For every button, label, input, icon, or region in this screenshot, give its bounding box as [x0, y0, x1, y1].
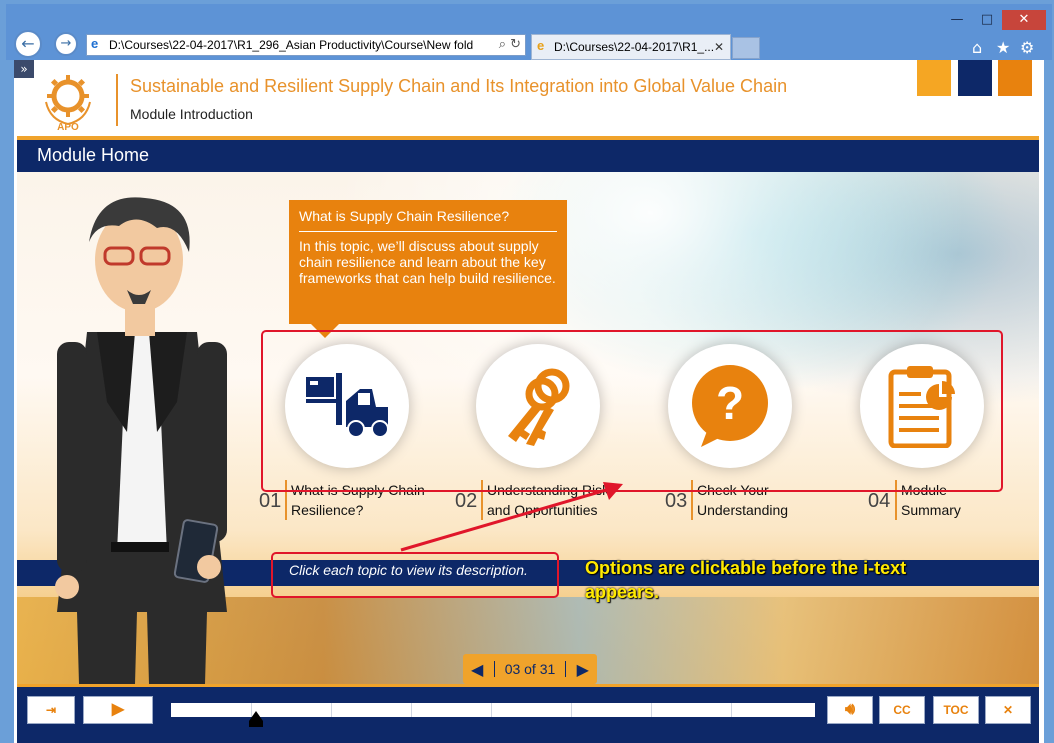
- slide-counter: 03 of 31: [493, 661, 567, 677]
- close-icon[interactable]: ✕: [1002, 10, 1046, 30]
- home-icon[interactable]: ⌂: [972, 38, 982, 57]
- module-label: Module Introduction: [130, 106, 253, 122]
- logo-text: APO: [57, 122, 79, 132]
- audio-button[interactable]: 🔊︎: [827, 696, 873, 724]
- popup-title: What is Supply Chain Resilience?: [299, 208, 510, 224]
- topic-4-number: 04: [868, 490, 891, 512]
- annotation-line1: Options are clickable before the i-text: [585, 558, 907, 578]
- cc-label: CC: [893, 703, 911, 717]
- exit-button[interactable]: ⇥: [27, 696, 75, 724]
- ie-icon: e: [91, 36, 99, 51]
- brand-square-light: [917, 60, 951, 96]
- window-controls: — □ ✕: [942, 10, 1046, 30]
- progress-tick: [571, 703, 572, 717]
- popup-divider: [299, 231, 557, 232]
- next-slide-button[interactable]: ▶: [577, 660, 589, 679]
- topic-1-number: 01: [259, 490, 282, 512]
- header-divider: [116, 74, 118, 126]
- topic-description-popup: What is Supply Chain Resilience? In this…: [289, 200, 567, 338]
- module-home-title: Module Home: [37, 145, 150, 165]
- slide-pager: ◀ 03 of 31 ▶: [463, 654, 597, 684]
- course-title: Sustainable and Resilient Supply Chain a…: [130, 76, 788, 96]
- annotation-arrow: [400, 482, 623, 552]
- close-course-button[interactable]: ✕: [985, 696, 1031, 724]
- settings-gear-icon[interactable]: ⚙: [1020, 38, 1034, 57]
- exit-icon: ⇥: [45, 703, 57, 717]
- browser-tab[interactable]: e D:\Courses\22-04-2017\R1_... ✕: [531, 34, 731, 60]
- speaker-icon: 🔊︎: [844, 701, 856, 718]
- favorites-star-icon[interactable]: ★: [996, 38, 1010, 57]
- progress-bar[interactable]: [171, 703, 815, 727]
- progress-tick: [411, 703, 412, 717]
- presenter-character: [55, 197, 227, 684]
- address-bar[interactable]: e D:\Courses\22-04-2017\R1_296_Asian Pro…: [86, 34, 526, 56]
- toc-button[interactable]: TOC: [933, 696, 979, 724]
- ie-tab-icon: e: [537, 38, 545, 53]
- course-page: » APO Sustainable and Resilient Supply C…: [14, 60, 1044, 743]
- toc-label: TOC: [943, 703, 969, 717]
- minimize-icon[interactable]: —: [942, 10, 972, 30]
- apo-logo: APO: [45, 75, 91, 132]
- annotation-note: Options are clickable before the i-text …: [585, 556, 906, 604]
- topic-4-label-line2: Summary: [901, 502, 961, 518]
- progress-thumb-base: [249, 721, 263, 727]
- annotation-box-topics: [261, 330, 1003, 492]
- new-tab-button[interactable]: [732, 37, 760, 59]
- annotation-line2: appears.: [585, 582, 660, 602]
- search-refresh-icon[interactable]: ⌕ ↻: [499, 35, 521, 55]
- close-icon-label: ✕: [1002, 703, 1014, 717]
- progress-tick: [731, 703, 732, 717]
- tab-close-icon[interactable]: ✕: [714, 35, 724, 59]
- back-button[interactable]: ←: [14, 30, 42, 58]
- content-scene: Click each topic to view its description…: [17, 172, 1039, 684]
- popup-body: In this topic, we’ll discuss about suppl…: [299, 238, 556, 286]
- maximize-icon[interactable]: □: [972, 10, 1002, 30]
- address-text: D:\Courses\22-04-2017\R1_296_Asian Produ…: [109, 38, 474, 52]
- progress-thumb[interactable]: [249, 711, 263, 721]
- prev-slide-button[interactable]: ◀: [471, 660, 483, 679]
- play-button[interactable]: ▶: [83, 696, 153, 724]
- topic-3-label-line2: Understanding: [697, 502, 789, 518]
- brand-square-navy: [958, 60, 992, 96]
- player-controls: ⇥ ▶ 🔊︎ CC TOC ✕: [17, 684, 1039, 743]
- forward-button[interactable]: →: [54, 32, 78, 56]
- play-icon: ▶: [111, 701, 125, 718]
- browser-chrome: — □ ✕ ← → e D:\Courses\22-04-2017\R1_296…: [6, 4, 1052, 60]
- brand-square-orange: [998, 60, 1032, 96]
- cc-button[interactable]: CC: [879, 696, 925, 724]
- tab-label: D:\Courses\22-04-2017\R1_...: [554, 40, 715, 54]
- progress-tick: [651, 703, 652, 717]
- module-titlebar: Module Home: [17, 140, 1039, 172]
- progress-tick: [491, 703, 492, 717]
- topic-3-number: 03: [665, 490, 688, 512]
- progress-tick: [331, 703, 332, 717]
- expand-icon[interactable]: »: [14, 60, 34, 78]
